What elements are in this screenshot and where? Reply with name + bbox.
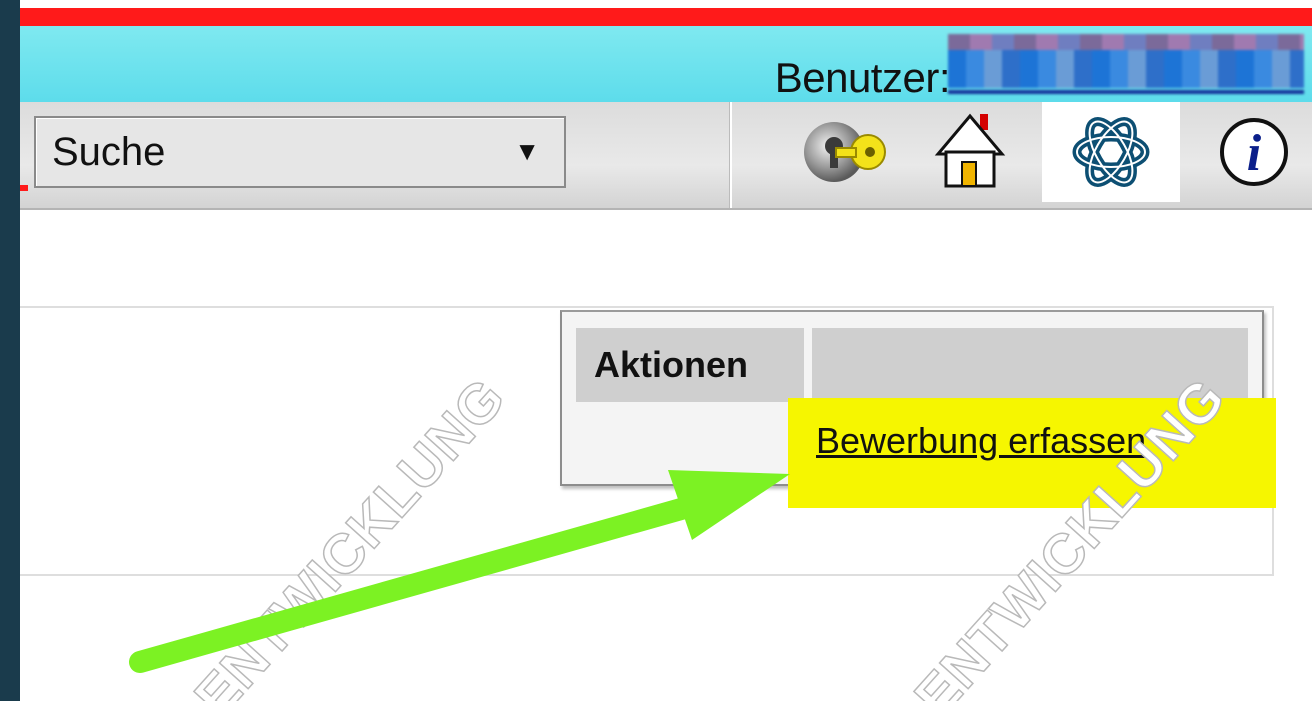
key-icon: [804, 122, 886, 182]
toolbar: Suche ▼ i: [20, 102, 1312, 210]
actions-header: Aktionen: [594, 344, 749, 385]
header-red-stripe: [20, 8, 1312, 26]
home-button[interactable]: [930, 102, 1010, 202]
actions-header-cell: Aktionen: [576, 328, 804, 402]
login-key-button[interactable]: [790, 102, 900, 202]
user-name-redacted: [948, 34, 1304, 94]
search-select[interactable]: Suche ▼: [34, 116, 566, 188]
info-icon-glyph: i: [1247, 125, 1262, 182]
user-label: Benutzer:: [774, 54, 951, 101]
actions-header-filler: [812, 328, 1248, 402]
chevron-down-icon: ▼: [514, 136, 540, 166]
info-icon: i: [1220, 118, 1288, 186]
toolbar-divider: [730, 102, 732, 208]
home-icon: [934, 113, 1006, 188]
logo-button[interactable]: [1042, 102, 1180, 202]
create-application-link[interactable]: Bewerbung erfassen: [816, 420, 1146, 462]
application-window: Benutzer: Suche ▼ i Aktionen Bewerbung e…: [20, 0, 1312, 701]
search-select-value: Suche: [52, 130, 166, 174]
red-accent: [20, 185, 28, 191]
logo-icon: [1072, 117, 1150, 187]
info-button[interactable]: i: [1200, 102, 1300, 202]
